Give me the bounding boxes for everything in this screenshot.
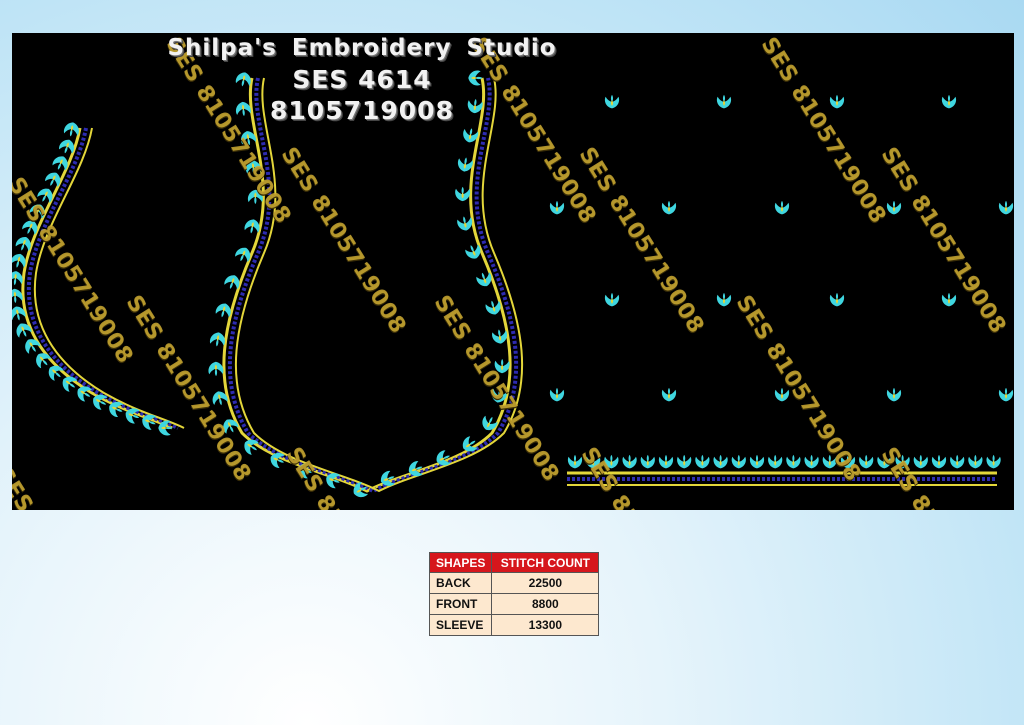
lotus-motif — [482, 415, 498, 431]
lotus-motif — [658, 454, 674, 469]
count-cell: 8800 — [491, 593, 600, 615]
lotus-motif — [208, 361, 224, 377]
lotus-motif — [661, 200, 677, 215]
lotus-motif — [455, 186, 471, 202]
lotus-motif — [716, 94, 732, 109]
front-neck-inner-outline — [33, 127, 185, 429]
header-shapes: SHAPES — [428, 552, 493, 573]
lotus-motif — [998, 387, 1014, 402]
lotus-motif — [12, 288, 23, 304]
lotus-motif — [604, 94, 620, 109]
table-row: FRONT 8800 — [428, 593, 600, 615]
count-cell: 22500 — [491, 572, 600, 594]
lotus-motif — [716, 292, 732, 307]
lotus-motif — [986, 454, 1001, 469]
lotus-motif — [786, 454, 801, 469]
lotus-motif — [829, 94, 845, 109]
title-block: Shilpa's Embroidery Studio SES 4614 8105… — [162, 33, 562, 126]
embroidery-design-panel: Shilpa's Embroidery Studio SES 4614 8105… — [12, 33, 1014, 510]
lotus-motif — [886, 387, 902, 402]
lotus-motif — [52, 156, 68, 171]
lotus-motif — [941, 292, 957, 307]
lotus-motif — [829, 292, 845, 307]
lotus-motif — [549, 387, 565, 402]
lotus-motif — [713, 454, 728, 469]
lotus-motif — [998, 200, 1014, 215]
table-row: SLEEVE 13300 — [428, 614, 600, 636]
lotus-motif — [804, 454, 819, 469]
lotus-motif — [661, 387, 677, 402]
phone-number: 8105719008 — [270, 96, 454, 125]
lotus-motif — [968, 454, 983, 469]
stitch-count-table: SHAPES STITCH COUNT BACK 22500 FRONT 880… — [428, 552, 600, 636]
lotus-motif — [749, 454, 765, 469]
table-header-row: SHAPES STITCH COUNT — [428, 552, 600, 573]
header-stitch-count: STITCH COUNT — [491, 552, 600, 573]
shape-cell: BACK — [428, 572, 493, 594]
count-cell: 13300 — [491, 614, 600, 636]
shape-cell: FRONT — [428, 593, 493, 615]
lotus-motif — [210, 332, 225, 347]
lotus-motif — [768, 454, 783, 469]
lotus-motif — [640, 454, 655, 469]
lotus-motif — [677, 454, 692, 469]
design-code: SES 4614 — [292, 65, 432, 94]
lotus-motif — [604, 292, 620, 307]
lotus-motif — [941, 94, 957, 109]
lotus-motif — [695, 454, 710, 469]
lotus-motif — [549, 200, 565, 215]
lotus-motif — [731, 454, 746, 469]
studio-name: Shilpa's Embroidery Studio — [167, 35, 557, 61]
lotus-motif — [492, 329, 508, 344]
front-neck-chain — [26, 127, 179, 430]
lotus-motif — [622, 454, 637, 469]
lotus-motif — [931, 454, 947, 469]
lotus-motif — [913, 454, 928, 469]
table-row: BACK 22500 — [428, 572, 600, 594]
lotus-motif — [25, 339, 41, 354]
front-neck-outline — [21, 127, 173, 430]
lotus-motif — [950, 454, 965, 469]
shape-cell: SLEEVE — [428, 614, 493, 636]
lotus-motif — [774, 200, 790, 215]
